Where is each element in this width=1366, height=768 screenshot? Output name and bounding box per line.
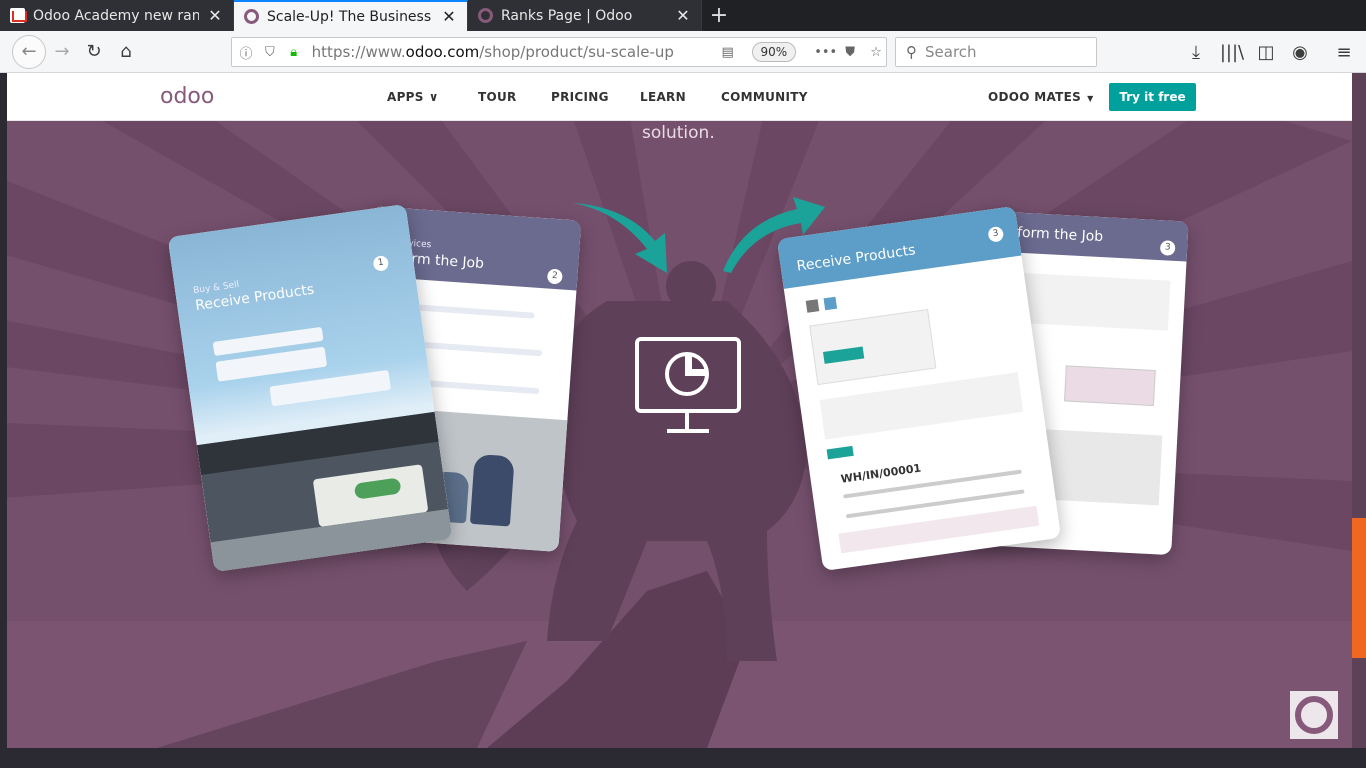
hamburger-menu-icon[interactable]: ≡ xyxy=(1328,36,1360,68)
download-icon[interactable]: ⤓ xyxy=(1180,36,1212,68)
tab-gmail[interactable]: Odoo Academy new ran ✕ xyxy=(0,0,234,31)
browser-window: Odoo Academy new ran ✕ Scale-Up! The Bus… xyxy=(0,0,1366,768)
account-menu[interactable]: ODOO MATES ▼ xyxy=(988,90,1094,104)
url-path: /shop/product/su-scale-up xyxy=(479,43,674,61)
search-placeholder: Search xyxy=(925,43,977,61)
pocket-icon[interactable]: ⛊ xyxy=(840,45,860,60)
info-icon[interactable]: ⓘ xyxy=(236,43,256,62)
chat-icon xyxy=(1295,696,1333,734)
bookmark-star-icon[interactable]: ☆ xyxy=(866,45,886,60)
toolbar-icons: ⤓ |||\ ◫ ◉ ≡ xyxy=(1180,31,1360,73)
odoo-icon xyxy=(478,8,493,23)
address-bar[interactable]: ⓘ ⛉ 🔒︎ https://www.odoo.com/shop/product… xyxy=(231,37,887,67)
page-scroll-thumb[interactable] xyxy=(1352,518,1366,658)
caret-down-icon: ▼ xyxy=(1087,94,1094,103)
reader-view-icon[interactable]: ▤ xyxy=(718,45,738,60)
site-header: odoo APPS ∨ TOUR PRICING LEARN COMMUNITY … xyxy=(7,73,1352,121)
menu-apps[interactable]: APPS ∨ xyxy=(387,90,439,104)
account-icon[interactable]: ◉ xyxy=(1284,36,1316,68)
zoom-level[interactable]: 90% xyxy=(751,42,797,62)
search-bar[interactable]: ⚲ Search xyxy=(895,37,1097,67)
tab-ranks[interactable]: Ranks Page | Odoo ✕ xyxy=(468,0,702,31)
shield-icon[interactable]: ⛉ xyxy=(260,45,280,60)
menu-community[interactable]: COMMUNITY xyxy=(721,90,808,104)
chevron-down-icon: ∨ xyxy=(428,90,439,104)
live-chat-button[interactable] xyxy=(1290,691,1338,739)
forward-button[interactable]: → xyxy=(46,36,78,68)
tab-title: Scale-Up! The Business G xyxy=(267,8,433,25)
url-prefix: https://www. xyxy=(311,43,406,61)
url-domain: odoo.com xyxy=(405,43,480,61)
search-icon: ⚲ xyxy=(906,43,917,61)
hero-subtitle: solution. xyxy=(642,123,715,143)
back-button[interactable]: ← xyxy=(12,34,46,69)
tab-title: Ranks Page | Odoo xyxy=(501,7,633,24)
feature-card-receive-products-left: Buy & Sell Receive Products 1 xyxy=(167,203,453,573)
menu-pricing[interactable]: PRICING xyxy=(551,90,609,104)
hero-section: solution. Services rform the Job 2 Buy &… xyxy=(7,121,1352,748)
gmail-icon xyxy=(10,8,27,23)
close-icon[interactable]: ✕ xyxy=(207,6,223,25)
menu-tour[interactable]: TOUR xyxy=(478,90,517,104)
tab-strip: Odoo Academy new ran ✕ Scale-Up! The Bus… xyxy=(0,0,1366,31)
try-it-free-button[interactable]: Try it free xyxy=(1109,83,1196,111)
menu-learn[interactable]: LEARN xyxy=(640,90,686,104)
account-label: ODOO MATES xyxy=(988,90,1082,104)
reload-button[interactable]: ↻ xyxy=(78,36,110,68)
odoo-icon xyxy=(244,9,259,24)
footer-band xyxy=(0,748,1366,768)
sidebar-icon[interactable]: ◫ xyxy=(1250,36,1282,68)
menu-apps-label: APPS xyxy=(387,90,424,104)
url-text[interactable]: https://www.odoo.com/shop/product/su-sca… xyxy=(312,43,688,61)
library-icon[interactable]: |||\ xyxy=(1216,36,1248,68)
lock-icon[interactable]: 🔒︎ xyxy=(284,45,304,60)
more-actions-icon[interactable]: ••• xyxy=(814,45,837,60)
close-icon[interactable]: ✕ xyxy=(675,6,691,25)
home-button[interactable]: ⌂ xyxy=(110,36,142,68)
receipt-reference: WH/IN/00001 xyxy=(839,461,922,486)
new-tab-button[interactable]: + xyxy=(702,0,736,31)
tab-scale-up[interactable]: Scale-Up! The Business G ✕ xyxy=(234,0,468,31)
tab-title: Odoo Academy new ran xyxy=(33,7,199,24)
feature-card-receive-products-right: Receive Products 3 WH/IN/00001 xyxy=(776,205,1062,572)
navigation-toolbar: ← → ↻ ⌂ ⓘ ⛉ 🔒︎ https://www.odoo.com/shop… xyxy=(0,31,1366,73)
close-icon[interactable]: ✕ xyxy=(441,7,457,26)
